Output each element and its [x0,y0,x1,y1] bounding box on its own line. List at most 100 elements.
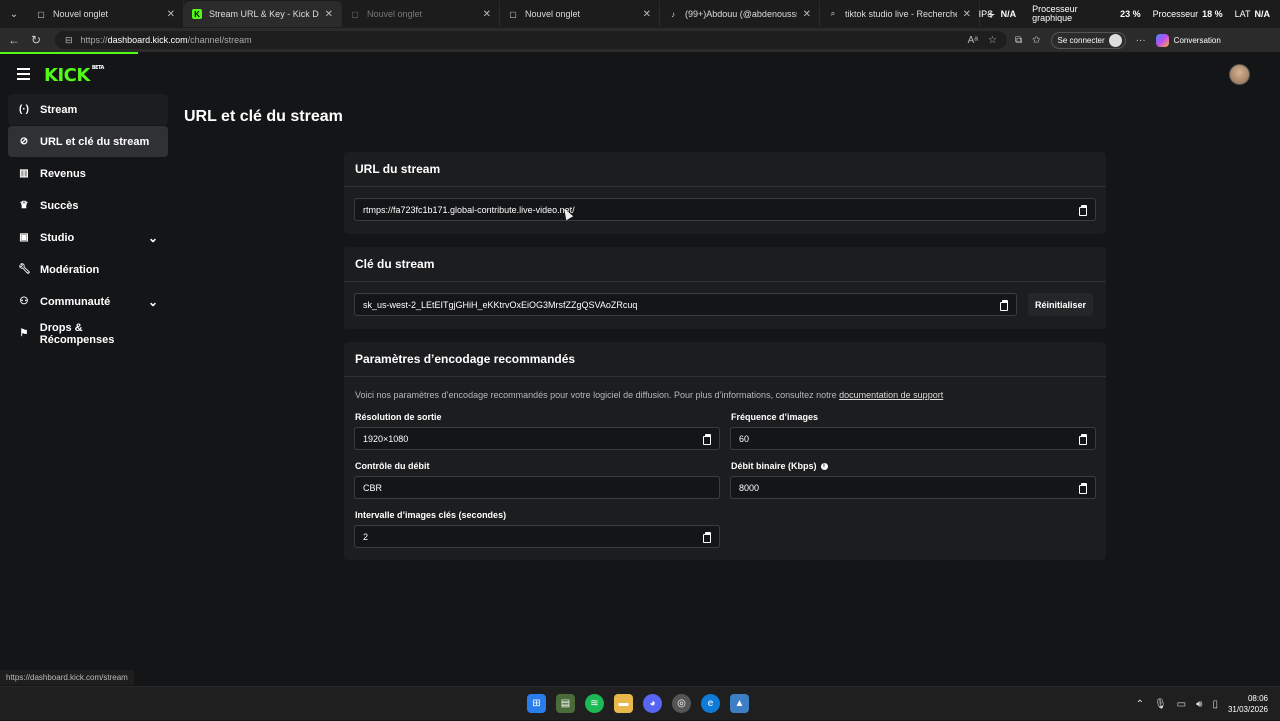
discord-icon[interactable]: ◕ [643,694,662,713]
clock-date: 31/03/2026 [1227,705,1268,714]
windows-start-icon[interactable]: ⊞ [527,694,546,713]
tab-actions-chevron-icon[interactable]: ⌄ [0,0,28,28]
copy-icon[interactable] [1079,483,1087,494]
close-icon[interactable]: ✕ [167,9,175,20]
sidebar-item-community[interactable]: ⚇ Communauté ⌄ [8,286,168,317]
cpu-value: 18 % [1202,8,1223,19]
browser-tab-active[interactable]: K Stream URL & Key - Kick Dashboa ✕ [184,1,342,27]
sidebar-item-revenue[interactable]: ▥ Revenus [8,158,168,189]
sidebar-item-stream-url-key[interactable]: ⊘ URL et clé du stream [8,126,168,157]
favorite-star-icon[interactable]: ☆ [988,35,997,46]
browser-tab[interactable]: ▢ Nouvel onglet ✕ [342,1,500,27]
stream-key-field[interactable]: sk_us-west-2_LEtEITgjGHiH_eKKtrvOxEiOG3M… [354,293,1017,316]
chevron-up-icon[interactable]: ⌃ [1136,699,1144,710]
copy-icon[interactable] [703,434,711,445]
sidebar-item-drops-rewards[interactable]: ⚑ Drops & Récompenses [8,318,168,349]
extensions-icon[interactable]: ⧉ [1015,35,1022,46]
battery-icon[interactable]: ▯ [1212,699,1218,710]
hamburger-menu-icon[interactable] [17,68,30,83]
framerate-value: 60 [739,433,750,444]
url-prefix: https:// [80,35,108,45]
close-icon[interactable]: ✕ [963,9,971,20]
keyframe-interval-value: 2 [363,531,369,542]
info-icon[interactable]: i [820,463,828,471]
encoding-settings-card: Paramètres d’encodage recommandés Voici … [344,342,1106,560]
gift-icon: ⚑ [19,328,29,339]
copy-icon[interactable] [1079,434,1087,445]
favorites-icon[interactable]: ✩ [1032,35,1040,46]
site-info-icon[interactable]: ⊟ [65,35,73,46]
latency-value: N/A [1254,8,1271,19]
browser-tab[interactable]: ♪ (99+)Abdouu (@abdenoussss1) | T ✕ [660,1,820,27]
beta-badge: BETA [91,65,105,71]
url-field[interactable]: ⊟ https://dashboard.kick.com/channel/str… [55,31,1007,49]
tab-label: Nouvel onglet [53,9,109,19]
close-icon[interactable]: ✕ [803,9,811,20]
sidebar-item-stream[interactable]: (·) Stream [8,94,168,125]
obs-icon[interactable]: ◎ [672,694,691,713]
copy-icon[interactable] [1000,300,1008,311]
stream-url-value: rtmps://fa723fc1b171.global-contribute.l… [363,204,575,215]
bitrate-label: Débit binaire (Kbps) [731,461,817,471]
gpu-value: 23 % [1120,8,1141,19]
bitrate-field[interactable]: 8000 [730,476,1096,499]
browser-tab[interactable]: ▢ Nouvel onglet ✕ [28,1,184,27]
top-bar: KICK BETA [0,52,1280,94]
sign-in-button[interactable]: Se connecter [1050,31,1126,49]
rate-control-field[interactable]: CBR [354,476,720,499]
browser-tab[interactable]: ⌕ tiktok studio live - Recherche ✕ [820,1,980,27]
edge-browser-icon[interactable]: e [701,694,720,713]
close-icon[interactable]: ✕ [483,9,491,20]
speaker-icon[interactable]: 🔊︎ [1196,699,1202,710]
microphone-icon[interactable]: 🎙︎ [1154,699,1167,710]
profile-avatar-icon [1108,33,1122,47]
description-text: Voici nos paramètres d’encodage recomman… [355,390,837,400]
copy-icon[interactable] [703,532,711,543]
sign-in-label: Se connecter [1057,35,1105,45]
copy-icon[interactable] [1079,205,1087,216]
system-clock[interactable]: 08:06 31/03/2026 [1228,693,1268,715]
bitrate-label-row: Débit binaire (Kbps) i [731,461,828,471]
read-aloud-icon[interactable]: Aᵃ [968,35,978,46]
more-options-icon[interactable]: ··· [1136,35,1146,46]
stream-url-field[interactable]: rtmps://fa723fc1b171.global-contribute.l… [354,198,1096,221]
framerate-field[interactable]: 60 [730,427,1096,450]
logo-text: KICK [44,65,90,86]
spotify-icon[interactable]: ≋ [585,694,604,713]
refresh-icon[interactable]: ↻ [25,33,47,47]
stream-url-card: URL du stream rtmps://fa723fc1b171.globa… [344,152,1106,234]
keyframe-interval-field[interactable]: 2 [354,525,720,548]
photos-icon[interactable]: ▲ [730,694,749,713]
resolution-field[interactable]: 1920×1080 [354,427,720,450]
windows-taskbar: ⊞ ▤ ≋ ▬ ◕ ◎ e ▲ ⌃ 🎙︎ ▭ 🔊︎ ▯ 08:06 31/03/… [0,686,1280,720]
copilot-button[interactable]: Conversation [1155,33,1221,47]
encoding-description: Voici nos paramètres d’encodage recomman… [355,390,943,400]
sidebar-item-studio[interactable]: ▣ Studio ⌄ [8,222,168,253]
sidebar-item-achievements[interactable]: ♛ Succès [8,190,168,221]
back-arrow-icon[interactable]: ← [3,33,25,47]
sidebar-item-moderation[interactable]: 🔧︎ Modération [8,254,168,285]
app-icon[interactable]: ▤ [556,694,575,713]
close-icon[interactable]: ✕ [643,9,651,20]
bitrate-value: 8000 [739,482,760,493]
chevron-down-icon: ⌄ [147,230,158,245]
clock-time: 08:06 [1247,694,1268,703]
rate-control-value: CBR [363,482,383,493]
close-icon[interactable]: ✕ [325,9,333,20]
wrench-icon: 🔧︎ [18,264,31,275]
rate-control-label: Contrôle du débit [355,461,430,471]
sidebar-item-label: Modération [40,263,100,276]
page-title: URL et clé du stream [184,108,343,125]
kick-logo[interactable]: KICK BETA [44,65,104,86]
browser-tab[interactable]: ▢ Nouvel onglet ✕ [500,1,660,27]
display-icon[interactable]: ▭ [1177,699,1186,710]
user-avatar[interactable] [1229,64,1250,85]
keyframe-interval-label: Intervalle d’images clés (secondes) [355,510,507,520]
support-documentation-link[interactable]: documentation de support [839,390,943,400]
page-icon: ▢ [37,9,45,19]
reset-key-button[interactable]: Réinitialiser [1028,293,1094,316]
system-tray: ⌃ 🎙︎ ▭ 🔊︎ ▯ 08:06 31/03/2026 [1136,687,1268,721]
fps-value: N/A [1000,8,1017,19]
url-path: /channel/stream [187,35,252,45]
file-explorer-icon[interactable]: ▬ [614,694,633,713]
